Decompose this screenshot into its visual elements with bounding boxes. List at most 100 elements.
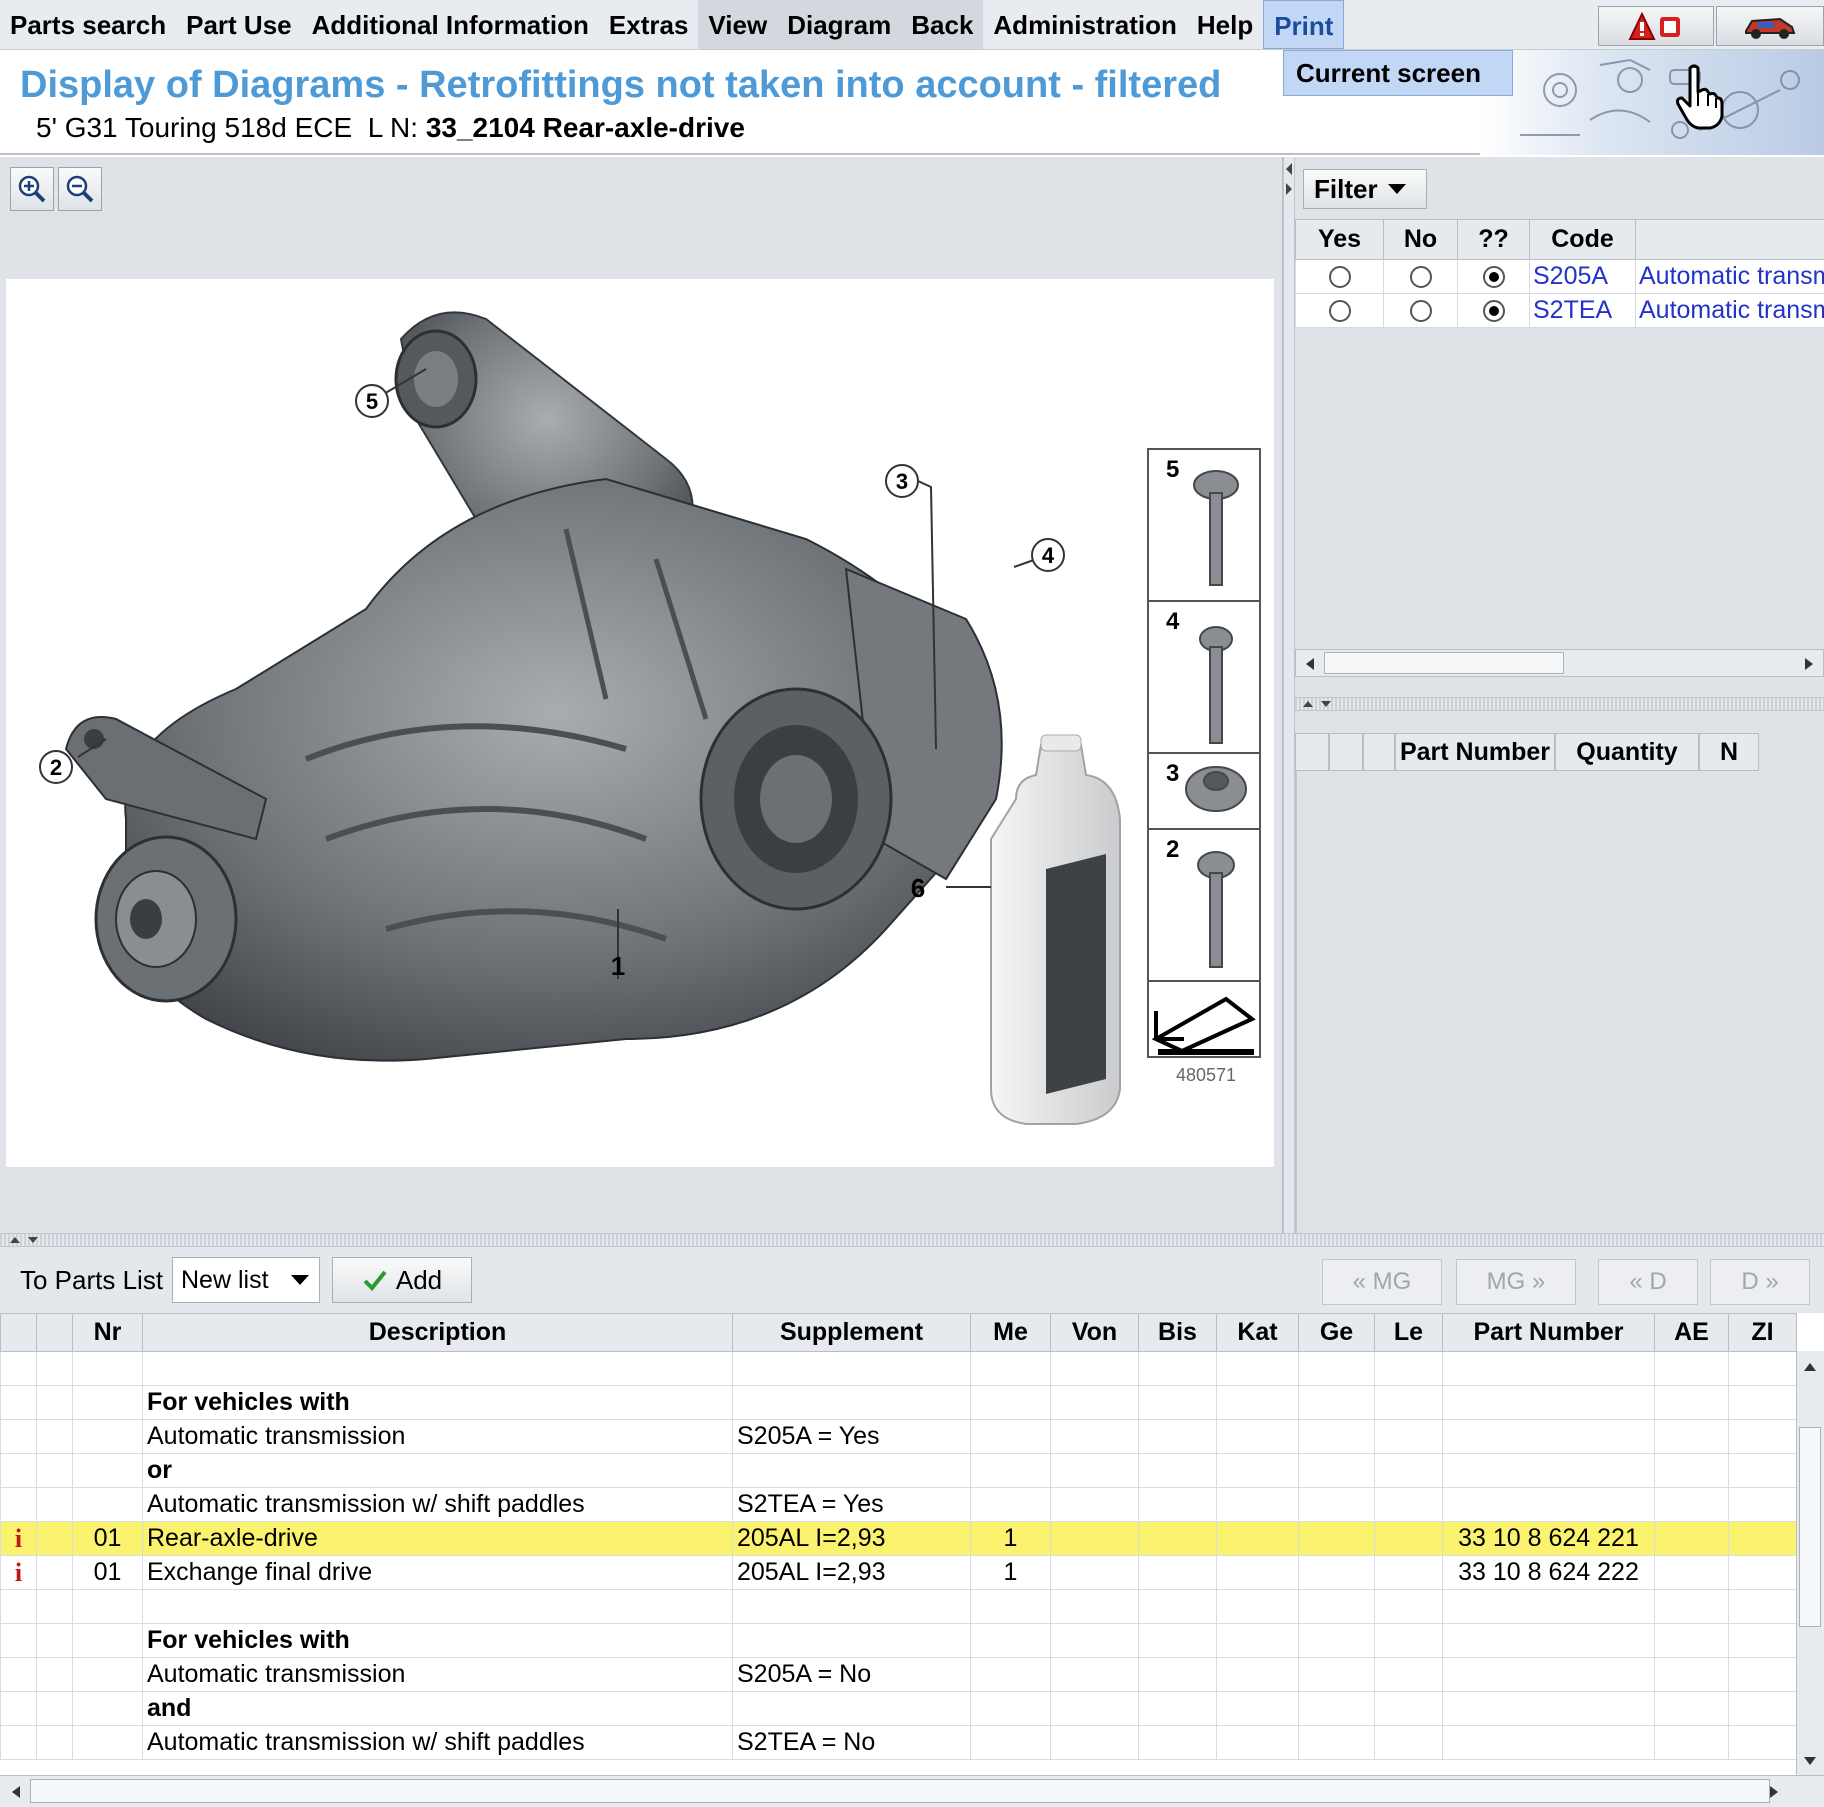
col-yes[interactable]: Yes	[1295, 219, 1384, 260]
table-row[interactable]: and	[0, 1691, 1797, 1726]
vertical-splitter[interactable]	[1283, 157, 1295, 1233]
scrollbar-thumb[interactable]	[1324, 652, 1564, 674]
parts-table-vertical-scrollbar[interactable]	[1796, 1351, 1824, 1775]
table-row[interactable]: or	[0, 1453, 1797, 1488]
col-nr[interactable]: Nr	[72, 1313, 143, 1352]
col-von[interactable]: Von	[1050, 1313, 1139, 1352]
scrollbar-thumb[interactable]	[30, 1779, 1770, 1803]
filter-description-link[interactable]: Automatic transmission	[1635, 259, 1824, 294]
horizontal-splitter[interactable]	[0, 1233, 1824, 1247]
radio-yes[interactable]	[1328, 266, 1351, 289]
table-row[interactable]: i 01 Exchange final drive 205AL I=2,93 1 33 1…	[0, 1555, 1797, 1590]
radio-yes[interactable]	[1328, 300, 1351, 323]
menu-view[interactable]: View	[698, 0, 778, 49]
scroll-right-icon[interactable]	[1799, 652, 1819, 676]
nr-cell	[72, 1487, 143, 1522]
scroll-left-icon[interactable]	[1300, 652, 1320, 676]
col-me[interactable]: Me	[970, 1313, 1051, 1352]
next-mg-button[interactable]: MG »	[1456, 1259, 1576, 1305]
scroll-right-icon[interactable]	[1764, 1779, 1784, 1805]
callout-5[interactable]: 5	[366, 389, 378, 414]
col-unknown[interactable]: ??	[1457, 219, 1530, 260]
col-ge[interactable]: Ge	[1298, 1313, 1375, 1352]
parts-diagram[interactable]: 5 4 3 2 480571 5 2 3 4 1 6	[6, 279, 1274, 1167]
parts-col-part-number[interactable]: Part Number	[1395, 733, 1555, 771]
zoom-in-button[interactable]	[10, 167, 54, 211]
col-kat[interactable]: Kat	[1216, 1313, 1299, 1352]
warning-flag-button[interactable]	[1598, 6, 1714, 46]
menu-administration[interactable]: Administration	[983, 0, 1186, 49]
radio-no[interactable]	[1409, 300, 1432, 323]
part-number-cell	[1442, 1657, 1655, 1692]
prev-mg-button[interactable]: « MG	[1322, 1259, 1442, 1305]
col-flag[interactable]	[36, 1313, 73, 1352]
parts-col-quantity[interactable]: Quantity	[1555, 733, 1699, 771]
supplement-cell: S2TEA = Yes	[732, 1487, 971, 1522]
parts-table-horizontal-scrollbar[interactable]	[0, 1775, 1824, 1807]
info-icon[interactable]: i	[0, 1555, 37, 1590]
print-current-screen-item[interactable]: Current screen	[1283, 50, 1513, 96]
parts-col-blank[interactable]	[1329, 733, 1363, 771]
callout-6[interactable]: 6	[911, 873, 925, 903]
col-ae[interactable]: AE	[1654, 1313, 1729, 1352]
menu-back[interactable]: Back	[901, 0, 984, 49]
col-part-number[interactable]: Part Number	[1442, 1313, 1655, 1352]
filter-button[interactable]: Filter	[1303, 169, 1427, 209]
col-description[interactable]: Description	[142, 1313, 733, 1352]
col-supplement[interactable]: Supplement	[732, 1313, 971, 1352]
callout-3[interactable]: 3	[896, 469, 908, 494]
scroll-down-icon[interactable]	[1798, 1751, 1822, 1771]
scroll-up-icon[interactable]	[1798, 1357, 1822, 1377]
table-row[interactable]: i 01 Rear-axle-drive 205AL I=2,93 1 33 10 8 6…	[0, 1521, 1797, 1556]
add-button[interactable]: Add	[332, 1257, 472, 1303]
parts-table-container: Nr Description Supplement Me Von Bis Kat Ge Le Pa…	[0, 1313, 1824, 1807]
col-description[interactable]	[1635, 219, 1824, 260]
menu-part-use[interactable]: Part Use	[176, 0, 302, 49]
parts-col-blank[interactable]	[1363, 733, 1395, 771]
callout-2[interactable]: 2	[50, 755, 62, 780]
menu-help[interactable]: Help	[1187, 0, 1263, 49]
col-no[interactable]: No	[1383, 219, 1458, 260]
table-row[interactable]: For vehicles with	[0, 1623, 1797, 1658]
scrollbar-thumb[interactable]	[1799, 1427, 1821, 1627]
menu-print[interactable]: Print	[1263, 0, 1345, 49]
radio-unknown[interactable]	[1482, 266, 1505, 289]
callout-4[interactable]: 4	[1042, 543, 1055, 568]
menu-additional-information[interactable]: Additional Information	[302, 0, 599, 49]
col-le[interactable]: Le	[1374, 1313, 1443, 1352]
von-cell	[1050, 1555, 1139, 1590]
table-row[interactable]: Automatic transmission w/ shift paddles S…	[0, 1487, 1797, 1522]
zoom-out-button[interactable]	[58, 167, 102, 211]
table-row[interactable]	[0, 1351, 1797, 1386]
col-info[interactable]	[0, 1313, 37, 1352]
scroll-left-icon[interactable]	[6, 1779, 26, 1805]
parts-list-select[interactable]: New list	[172, 1257, 320, 1303]
table-row[interactable]: Automatic transmission w/ shift paddles S…	[0, 1725, 1797, 1760]
table-row[interactable]	[0, 1589, 1797, 1624]
callout-1[interactable]: 1	[611, 951, 625, 981]
filter-code-link[interactable]: S205A	[1529, 259, 1636, 294]
table-row[interactable]: Automatic transmission S205A = No	[0, 1657, 1797, 1692]
parts-col-n[interactable]: N	[1699, 733, 1759, 771]
radio-unknown[interactable]	[1482, 300, 1505, 323]
prev-d-button[interactable]: « D	[1598, 1259, 1698, 1305]
radio-no[interactable]	[1409, 266, 1432, 289]
col-bis[interactable]: Bis	[1138, 1313, 1217, 1352]
col-code[interactable]: Code	[1529, 219, 1636, 260]
table-row[interactable]: For vehicles with	[0, 1385, 1797, 1420]
menu-extras[interactable]: Extras	[599, 0, 699, 49]
table-row[interactable]: Automatic transmission S205A = Yes	[0, 1419, 1797, 1454]
filter-description-link[interactable]: Automatic transmission w/ shift paddles	[1635, 293, 1824, 328]
parts-col-blank[interactable]	[1295, 733, 1329, 771]
info-icon[interactable]: i	[0, 1521, 37, 1556]
col-zi[interactable]: ZI	[1728, 1313, 1797, 1352]
next-d-button[interactable]: D »	[1710, 1259, 1810, 1305]
nr-cell: 01	[72, 1521, 143, 1556]
menu-parts-search[interactable]: Parts search	[0, 0, 176, 49]
filter-code-link[interactable]: S2TEA	[1529, 293, 1636, 328]
filter-horizontal-scrollbar[interactable]	[1295, 649, 1824, 677]
me-cell	[970, 1351, 1051, 1386]
vehicle-button[interactable]	[1716, 6, 1824, 46]
filter-splitter[interactable]	[1295, 697, 1824, 711]
menu-diagram[interactable]: Diagram	[777, 0, 902, 49]
